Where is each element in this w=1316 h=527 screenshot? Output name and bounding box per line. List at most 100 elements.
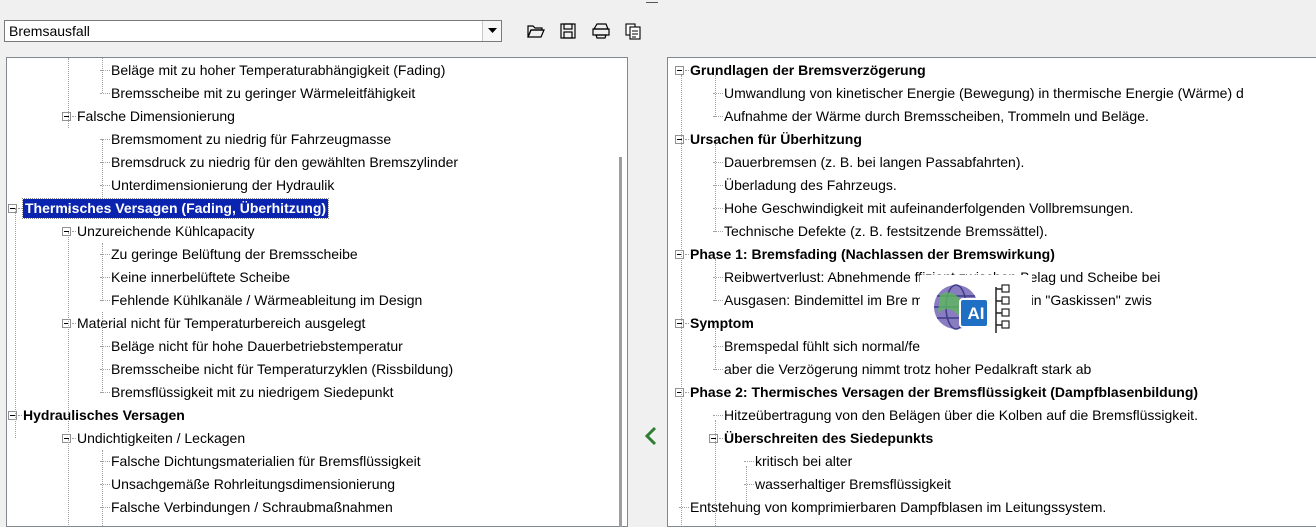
tree-connector [72,323,76,324]
left-tree-panel[interactable]: Beläge mit zu hoher Temperaturabhängigke… [6,57,628,527]
tree-item[interactable]: wasserhaltiger Bremsflüssigkeit [668,473,1316,496]
tree-item-label: Technische Defekte (z. B. festsitzende B… [724,223,1048,239]
tree-guide-line [15,208,16,438]
tree-connector [100,93,110,94]
tree-item[interactable]: Überschreiten des Siedepunkts [668,427,1316,450]
tree-item-label: Bremsscheibe nicht für Temperaturzyklen … [111,361,454,377]
tree-connector [18,208,22,209]
tree-connector [719,438,723,439]
tree-guide-line [68,439,69,526]
tree-connector [685,323,689,324]
collapse-toggle-icon[interactable] [62,112,71,121]
scrollbar-thumb[interactable] [619,157,622,527]
tree-item[interactable]: Entstehung von komprimierbaren Dampfblas… [668,496,1316,519]
tree-item-label: Falsche Verbindungen / Schraubmaßnahmen [111,499,393,515]
tree-item[interactable]: Zu geringe Belüftung der Bremsscheibe [7,243,627,266]
tree-guide-line [102,450,103,526]
tree-connector [18,415,22,416]
chevron-left-icon[interactable] [644,426,658,446]
tree-item-label: Falsche Dichtungsmaterialien für Bremsfl… [111,453,421,469]
tree-guide-line [715,420,716,526]
tree-item-label: Hohe Geschwindigkeit mit aufeinanderfolg… [724,200,1134,216]
tree-item[interactable]: Hydraulisches Versagen [7,404,627,427]
tree-item[interactable]: kritisch bei alter [668,450,1316,473]
tree-guide-line [68,58,69,128]
tree-item-label: Grundlagen der Bremsverzögerung [690,62,926,78]
tree-item-label: Überschreiten des Siedepunkts [724,430,934,446]
tree-item[interactable]: Aufnahme der Wärme durch Bremsscheiben, … [668,105,1316,128]
tree-item-label: Beläge nicht für hohe Dauerbetriebstempe… [111,338,403,354]
tree-item[interactable]: Unsachgemäße Rohrleitungsdimensionierung [7,473,627,496]
collapse-toggle-icon[interactable] [709,434,718,443]
tree-connector [713,415,723,416]
tree-item[interactable]: aber die Verzögerung nimmt trotz hoher P… [668,358,1316,381]
export-icon[interactable] [621,20,645,42]
print-icon[interactable] [589,20,613,42]
tree-item[interactable]: Ursachen für Überhitzung [668,128,1316,151]
tree-item[interactable]: Beläge nicht für hohe Dauerbetriebstempe… [7,335,627,358]
tree-guide-line [102,243,103,301]
tree-guide-line [68,208,69,214]
tree-item[interactable]: Umwandlung von kinetischer Energie (Bewe… [668,82,1316,105]
folder-open-icon[interactable] [524,20,548,42]
tree-guide-line [715,259,716,301]
tree-item[interactable]: Hohe Geschwindigkeit mit aufeinanderfolg… [668,197,1316,220]
tree-item[interactable]: Bremsmoment zu niedrig für Fahrzeugmasse [7,128,627,151]
collapse-toggle-icon[interactable] [62,227,71,236]
tree-item-label: Unzureichende Kühlcapacity [77,223,255,239]
tree-item[interactable]: Bremsscheibe nicht für Temperaturzyklen … [7,358,627,381]
tree-item-label: Entstehung von komprimierbaren Dampfblas… [690,499,1107,515]
collapse-toggle-icon[interactable] [675,388,684,397]
chevron-down-icon[interactable] [482,21,501,41]
tree-item[interactable]: Keine innerbelüftete Scheibe [7,266,627,289]
tree-item-label: Symptom [690,315,754,331]
tree-item[interactable]: Dauerbremsen (z. B. bei langen Passabfah… [668,151,1316,174]
collapse-toggle-icon[interactable] [675,319,684,328]
tree-item[interactable]: Fehlende Kühlkanäle / Wärmeableitung im … [7,289,627,312]
tree-guide-line [681,75,682,526]
collapse-toggle-icon[interactable] [675,135,684,144]
tree-item[interactable]: Unterdimensionierung der Hydraulik [7,174,627,197]
tree-item[interactable]: Thermisches Versagen (Fading, Überhitzun… [7,197,627,220]
tree-connector [685,70,689,71]
tree-item-label: Überladung des Fahrzeugs. [724,177,897,193]
ai-badge[interactable]: AI [920,275,1032,353]
tree-guide-line [715,328,716,370]
toolbar-divider [646,2,658,3]
tree-item[interactable]: Technische Defekte (z. B. festsitzende B… [668,220,1316,243]
tree-item[interactable]: Falsche Dimensionierung [7,105,627,128]
tree-item[interactable]: Bremsscheibe mit zu geringer Wärmeleitfä… [7,82,627,105]
tree-item[interactable]: Falsche Verbindungen / Schraubmaßnahmen [7,496,627,519]
tree-item-label: Material nicht für Temperaturbereich aus… [77,315,366,331]
tree-item-label: Hitzeübertragung von den Belägen über di… [724,407,1198,423]
collapse-toggle-icon[interactable] [675,66,684,75]
save-icon[interactable] [556,20,580,42]
tree-item-label: Keine innerbelüftete Scheibe [111,269,291,285]
tree-connector [744,461,754,462]
tree-item[interactable]: Überladung des Fahrzeugs. [668,174,1316,197]
tree-item[interactable]: Unzureichende Kühlcapacity [7,220,627,243]
tree-item-label: Bremsflüssigkeit mit zu niedrigem Siedep… [111,384,394,400]
tree-item[interactable]: Phase 2: Thermisches Versagen der Bremsf… [668,381,1316,404]
tree-item[interactable]: Undichtigkeiten / Leckagen [7,427,627,450]
tree-item-label: Bremsdruck zu niedrig für den gewählten … [111,154,459,170]
collapse-toggle-icon[interactable] [62,434,71,443]
tree-item[interactable]: Falsche Dichtungsmaterialien für Bremsfl… [7,450,627,473]
tree-connector [685,139,689,140]
document-select[interactable]: Bremsausfall [4,20,502,42]
tree-item[interactable]: Phase 1: Bremsfading (Nachlassen der Bre… [668,243,1316,266]
tree-connector [685,254,689,255]
tree-item[interactable]: Material nicht für Temperaturbereich aus… [7,312,627,335]
tree-item[interactable]: Grundlagen der Bremsverzögerung [668,59,1316,82]
collapse-toggle-icon[interactable] [675,250,684,259]
tree-item[interactable]: Bremsdruck zu niedrig für den gewählten … [7,151,627,174]
tree-item[interactable]: Hitzeübertragung von den Belägen über di… [668,404,1316,427]
collapse-toggle-icon[interactable] [62,319,71,328]
tree-guide-line [715,144,716,232]
tree-item-label: Zu geringe Belüftung der Bremsscheibe [111,246,358,262]
tree-item-label: Unterdimensionierung der Hydraulik [111,177,335,193]
tree-guide-line [746,466,747,508]
tree-item[interactable]: Beläge mit zu hoher Temperaturabhängigke… [7,59,627,82]
tree-item[interactable]: Bremsflüssigkeit mit zu niedrigem Siedep… [7,381,627,404]
tree-connector [72,116,76,117]
